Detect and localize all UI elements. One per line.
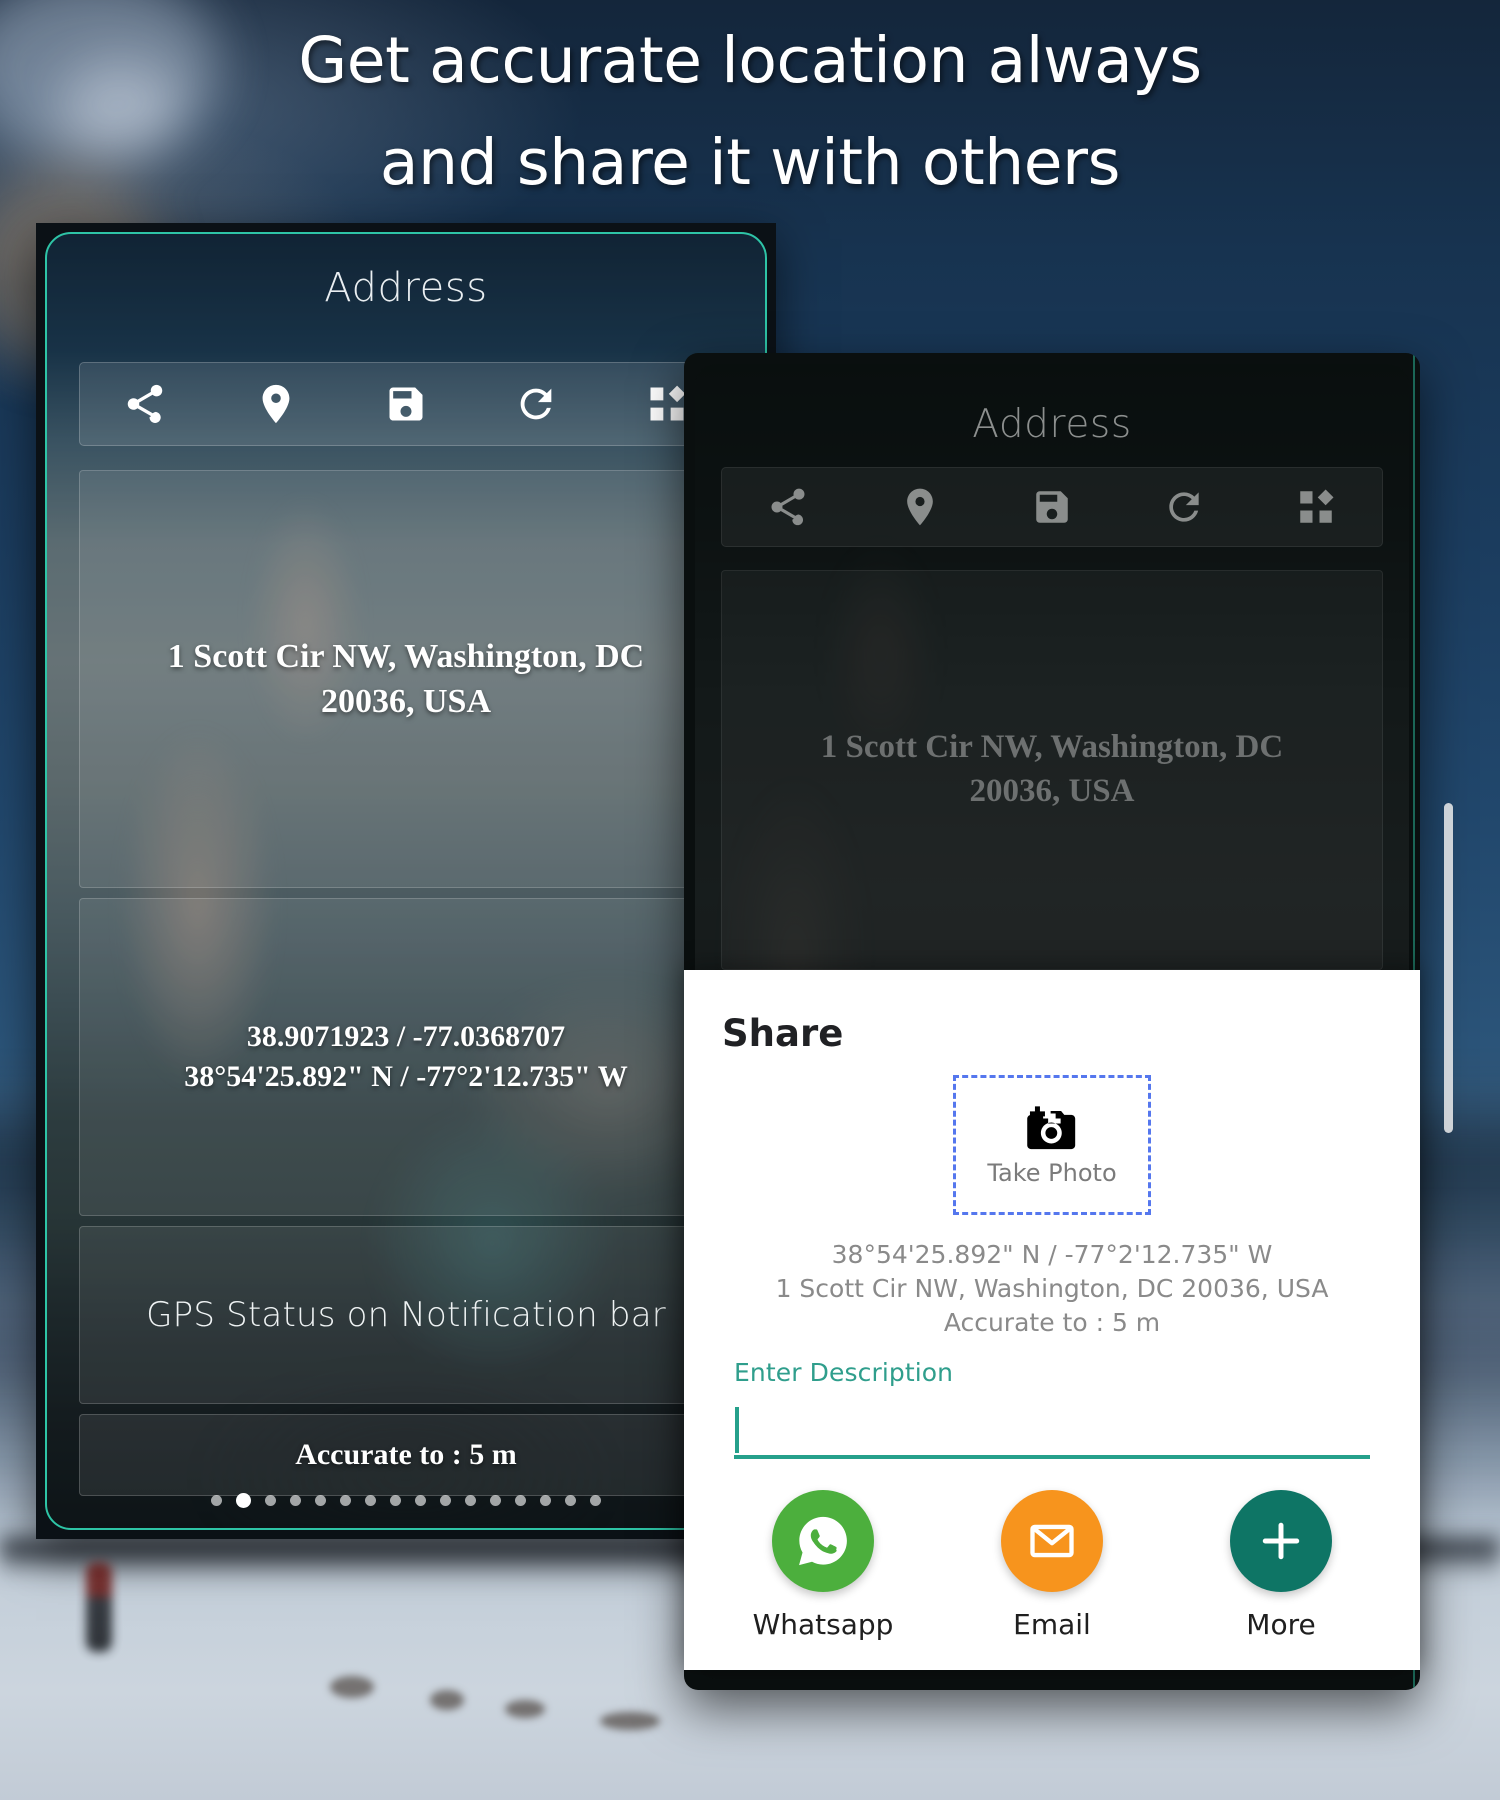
share-bottom-sheet: Share Take Photo 38°54'25.892" N / -77°2… (684, 970, 1420, 1670)
coordinates-decimal: 38.9071923 / -77.0368707 (246, 1020, 566, 1054)
accuracy-text: Accurate to : 5 m (295, 1438, 517, 1471)
gps-status-text: GPS Status on Notification bar (146, 1295, 666, 1335)
envelope-icon[interactable] (1001, 1490, 1103, 1592)
page-dot[interactable] (211, 1495, 222, 1506)
address-panel[interactable]: 1 Scott Cir NW, Washington, DC 20036, US… (721, 570, 1383, 970)
page-dot[interactable] (340, 1495, 351, 1506)
page-dot[interactable] (290, 1495, 301, 1506)
page-dot[interactable] (490, 1495, 501, 1506)
page-dot[interactable] (265, 1495, 276, 1506)
share-icon[interactable] (761, 480, 815, 534)
save-icon[interactable] (379, 377, 433, 431)
address-panel[interactable]: 1 Scott Cir NW, Washington, DC 20036, US… (79, 470, 733, 888)
share-target-whatsapp[interactable]: Whatsapp (733, 1490, 913, 1641)
page-indicator[interactable] (47, 1493, 765, 1508)
address-text: 1 Scott Cir NW, Washington, DC 20036, US… (803, 726, 1301, 814)
text-caret (735, 1407, 739, 1453)
accuracy-panel[interactable]: Accurate to : 5 m (79, 1414, 733, 1496)
background-speck (430, 1690, 464, 1710)
background-speck (600, 1712, 660, 1730)
toolbar (721, 467, 1383, 547)
whatsapp-icon[interactable] (772, 1490, 874, 1592)
description-label: Enter Description (734, 1358, 954, 1387)
description-input[interactable] (734, 1403, 1370, 1459)
share-info-address: 1 Scott Cir NW, Washington, DC 20036, US… (775, 1273, 1329, 1303)
save-icon[interactable] (1025, 480, 1079, 534)
share-target-label: Email (1013, 1608, 1091, 1641)
add-a-photo-icon (1024, 1103, 1080, 1153)
share-info-accuracy: Accurate to : 5 m (943, 1307, 1161, 1337)
address-line-1: 1 Scott Cir NW, Washington, DC (167, 637, 645, 675)
address-line-2: 20036, USA (969, 773, 1135, 809)
gps-status-panel[interactable]: GPS Status on Notification bar (79, 1226, 733, 1404)
phone-left-screen: Address 1 Scott Cir NW, Washington, DC 2… (47, 234, 765, 1528)
share-target-label: Whatsapp (752, 1608, 894, 1641)
page-dot[interactable] (315, 1495, 326, 1506)
share-target-label: More (1246, 1608, 1316, 1641)
coordinates-text: 38.9071923 / -77.0368707 38°54'25.892" N… (174, 1017, 637, 1097)
app-title: Address (324, 265, 488, 311)
coordinates-dms: 38°54'25.892" N / -77°2'12.735" W (184, 1060, 628, 1093)
coordinates-panel[interactable]: 38.9071923 / -77.0368707 38°54'25.892" N… (79, 898, 733, 1216)
background-speck (505, 1700, 545, 1718)
plus-icon[interactable] (1230, 1490, 1332, 1592)
page-dot[interactable] (365, 1495, 376, 1506)
scrollbar-thumb[interactable] (1444, 803, 1453, 1133)
page-dot[interactable] (515, 1495, 526, 1506)
address-line-2: 20036, USA (320, 683, 492, 720)
share-target-more[interactable]: More (1191, 1490, 1371, 1641)
page-dot[interactable] (540, 1495, 551, 1506)
page-dot[interactable] (465, 1495, 476, 1506)
share-targets: Whatsapp Email More (684, 1490, 1420, 1641)
location-pin-icon[interactable] (893, 480, 947, 534)
share-location-info: 38°54'25.892" N / -77°2'12.735" W 1 Scot… (684, 1238, 1420, 1339)
share-target-email[interactable]: Email (962, 1490, 1142, 1641)
dashboard-icon[interactable] (1289, 480, 1343, 534)
take-photo-label: Take Photo (987, 1159, 1117, 1187)
phone-left: Address 1 Scott Cir NW, Washington, DC 2… (36, 223, 776, 1539)
background-speck (330, 1676, 374, 1698)
page-dot[interactable] (390, 1495, 401, 1506)
background-skier (86, 1562, 112, 1652)
share-info-coordinates: 38°54'25.892" N / -77°2'12.735" W (831, 1240, 1273, 1269)
share-sheet-title: Share (722, 1012, 844, 1055)
share-icon[interactable] (118, 377, 172, 431)
app-title: Address (972, 402, 1132, 447)
description-field[interactable]: Enter Description (734, 1358, 1370, 1459)
promo-screenshot: Get accurate location always and share i… (0, 0, 1500, 1800)
address-text: 1 Scott Cir NW, Washington, DC 20036, US… (150, 634, 662, 724)
address-line-1: 1 Scott Cir NW, Washington, DC (820, 729, 1284, 766)
location-pin-icon[interactable] (249, 377, 303, 431)
page-dot[interactable] (565, 1495, 576, 1506)
refresh-icon[interactable] (509, 377, 563, 431)
refresh-icon[interactable] (1157, 480, 1211, 534)
take-photo-button[interactable]: Take Photo (953, 1075, 1151, 1215)
page-dot[interactable] (236, 1493, 251, 1508)
page-dot[interactable] (415, 1495, 426, 1506)
page-dot[interactable] (440, 1495, 451, 1506)
toolbar (79, 362, 733, 446)
page-dot[interactable] (590, 1495, 601, 1506)
